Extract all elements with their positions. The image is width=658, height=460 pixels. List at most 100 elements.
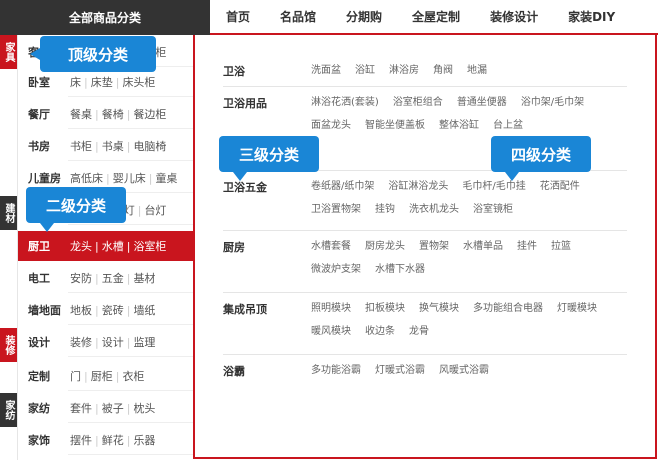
left-menu-row[interactable]: 设计 装修 | 设计 | 监理 — [18, 327, 193, 357]
left-menu-link[interactable]: 高低床 — [70, 170, 103, 186]
flyout-link[interactable]: 浴室柜组合 — [393, 91, 443, 114]
left-menu-link[interactable]: 水槽 — [102, 238, 124, 254]
flyout-link[interactable]: 浴巾架/毛巾架 — [521, 91, 584, 114]
flyout-link[interactable]: 面盆龙头 — [311, 114, 351, 137]
flyout-link[interactable]: 水槽套餐 — [311, 235, 351, 258]
flyout-link[interactable]: 浴缸 — [355, 59, 375, 82]
left-menu-row[interactable]: 厨卫 龙头 | 水槽 | 浴室柜 — [18, 231, 193, 261]
left-menu-link[interactable]: 装修 — [70, 334, 92, 350]
left-menu-link[interactable]: 设计 — [102, 334, 124, 350]
flyout-link[interactable]: 灯暖模块 — [557, 297, 597, 320]
left-menu-row-name[interactable]: 家纺 — [18, 400, 70, 416]
left-menu-link[interactable]: 监理 — [133, 334, 155, 350]
left-menu-link[interactable]: 摆件 — [70, 432, 92, 448]
nav-diy[interactable]: 家装DIY — [568, 8, 615, 25]
left-menu-row-name[interactable]: 卧室 — [18, 74, 70, 90]
flyout-link[interactable]: 多功能组合电器 — [473, 297, 543, 320]
flyout-link[interactable]: 地漏 — [467, 59, 487, 82]
left-menu-link[interactable]: 餐桌 — [70, 106, 92, 122]
left-menu-link[interactable]: 安防 — [70, 270, 92, 286]
side-tab-textiles[interactable]: 家纺 — [0, 393, 17, 427]
left-menu-row[interactable]: 书房 书柜 | 书桌 | 电脑椅 — [18, 131, 193, 161]
flyout-link[interactable]: 龙骨 — [409, 320, 429, 343]
left-menu-link[interactable]: 餐边柜 — [133, 106, 166, 122]
flyout-link[interactable]: 洗衣机龙头 — [409, 198, 459, 221]
flyout-link[interactable]: 淋浴花洒(套装) — [311, 91, 379, 114]
left-menu-link[interactable]: 枕头 — [133, 400, 155, 416]
left-menu-link[interactable]: 门 — [70, 368, 81, 384]
flyout-link[interactable]: 水槽下水器 — [375, 258, 425, 281]
nav-home[interactable]: 首页 — [226, 8, 250, 25]
side-tab-building-materials[interactable]: 建材 — [0, 196, 17, 230]
left-menu-link[interactable]: 床垫 — [91, 74, 113, 90]
flyout-category-title[interactable]: 浴霸 — [223, 363, 245, 379]
nav-custom[interactable]: 全屋定制 — [412, 8, 460, 25]
left-menu-link[interactable]: 基材 — [133, 270, 155, 286]
flyout-category-title[interactable]: 厨房 — [223, 239, 245, 255]
flyout-category-title[interactable]: 卫浴五金 — [223, 179, 267, 195]
flyout-link[interactable]: 灯暖式浴霸 — [375, 359, 425, 382]
left-menu-link[interactable]: 地板 — [70, 302, 92, 318]
left-menu-row-name[interactable]: 设计 — [18, 334, 70, 350]
left-menu-link[interactable]: 墙纸 — [133, 302, 155, 318]
left-menu-row[interactable]: 家纺 套件 | 被子 | 枕头 — [18, 393, 193, 423]
left-menu-row[interactable]: 墙地面 地板 | 瓷砖 | 墙纸 — [18, 295, 193, 325]
nav-installment[interactable]: 分期购 — [346, 8, 382, 25]
left-menu-link[interactable]: 五金 — [102, 270, 124, 286]
left-menu-row-name[interactable]: 书房 — [18, 138, 70, 154]
flyout-link[interactable]: 照明模块 — [311, 297, 351, 320]
flyout-link[interactable]: 角阀 — [433, 59, 453, 82]
left-menu-link[interactable]: 床头柜 — [122, 74, 155, 90]
flyout-link[interactable]: 淋浴房 — [389, 59, 419, 82]
all-categories-header[interactable]: 全部商品分类 — [0, 0, 210, 35]
left-menu-link[interactable]: 书桌 — [102, 138, 124, 154]
left-menu-row-name[interactable]: 儿童房 — [18, 170, 70, 186]
flyout-link[interactable]: 卫浴置物架 — [311, 198, 361, 221]
flyout-link[interactable]: 挂钩 — [375, 198, 395, 221]
left-menu-link[interactable]: 餐椅 — [102, 106, 124, 122]
flyout-link[interactable]: 智能坐便盖板 — [365, 114, 425, 137]
left-menu-link[interactable]: 浴室柜 — [133, 238, 166, 254]
left-menu-link[interactable]: 童桌 — [155, 170, 177, 186]
flyout-link[interactable]: 换气模块 — [419, 297, 459, 320]
flyout-link[interactable]: 置物架 — [419, 235, 449, 258]
left-menu-link[interactable]: 乐器 — [133, 432, 155, 448]
left-menu-link[interactable]: 套件 — [70, 400, 92, 416]
left-menu-link[interactable]: 床 — [70, 74, 81, 90]
flyout-link[interactable]: 暖风模块 — [311, 320, 351, 343]
flyout-link[interactable]: 台上盆 — [493, 114, 523, 137]
left-menu-row[interactable]: 家饰 摆件 | 鲜花 | 乐器 — [18, 425, 193, 455]
left-menu-row-name[interactable]: 定制 — [18, 368, 70, 384]
flyout-link[interactable]: 浴缸淋浴龙头 — [388, 175, 448, 198]
flyout-link[interactable]: 厨房龙头 — [365, 235, 405, 258]
flyout-category-title[interactable]: 卫浴用品 — [223, 95, 267, 111]
left-menu-link[interactable]: 书柜 — [70, 138, 92, 154]
left-menu-link[interactable]: 瓷砖 — [102, 302, 124, 318]
flyout-link[interactable]: 收边条 — [365, 320, 395, 343]
flyout-link[interactable]: 风暖式浴霸 — [439, 359, 489, 382]
side-tab-furniture[interactable]: 家具 — [0, 35, 17, 69]
flyout-link[interactable]: 拉篮 — [551, 235, 571, 258]
left-menu-row-name[interactable]: 家饰 — [18, 432, 70, 448]
left-menu-link[interactable]: 台灯 — [144, 202, 166, 218]
left-menu-link[interactable]: 衣柜 — [122, 368, 144, 384]
left-menu-link[interactable]: 电脑椅 — [133, 138, 166, 154]
flyout-link[interactable]: 水槽单品 — [463, 235, 503, 258]
left-menu-link[interactable]: 鲜花 — [102, 432, 124, 448]
flyout-link[interactable]: 普通坐便器 — [457, 91, 507, 114]
flyout-link[interactable]: 浴室镜柜 — [473, 198, 513, 221]
nav-brands[interactable]: 名品馆 — [280, 8, 316, 25]
left-menu-row[interactable]: 餐厅 餐桌 | 餐椅 | 餐边柜 — [18, 99, 193, 129]
side-tab-decoration[interactable]: 装修 — [0, 328, 17, 362]
left-menu-row[interactable]: 定制门 | 厨柜 | 衣柜 — [18, 361, 193, 391]
flyout-link[interactable]: 微波炉支架 — [311, 258, 361, 281]
left-menu-link[interactable]: 厨柜 — [91, 368, 113, 384]
left-menu-row-name[interactable]: 厨卫 — [18, 238, 70, 254]
flyout-link[interactable]: 整体浴缸 — [439, 114, 479, 137]
flyout-link[interactable]: 挂件 — [517, 235, 537, 258]
left-menu-row-name[interactable]: 墙地面 — [18, 302, 70, 318]
left-menu-link[interactable]: 龙头 — [70, 238, 92, 254]
left-menu-row[interactable]: 电工 安防 | 五金 | 基材 — [18, 263, 193, 293]
left-menu-row-name[interactable]: 电工 — [18, 270, 70, 286]
flyout-category-title[interactable]: 集成吊顶 — [223, 301, 267, 317]
